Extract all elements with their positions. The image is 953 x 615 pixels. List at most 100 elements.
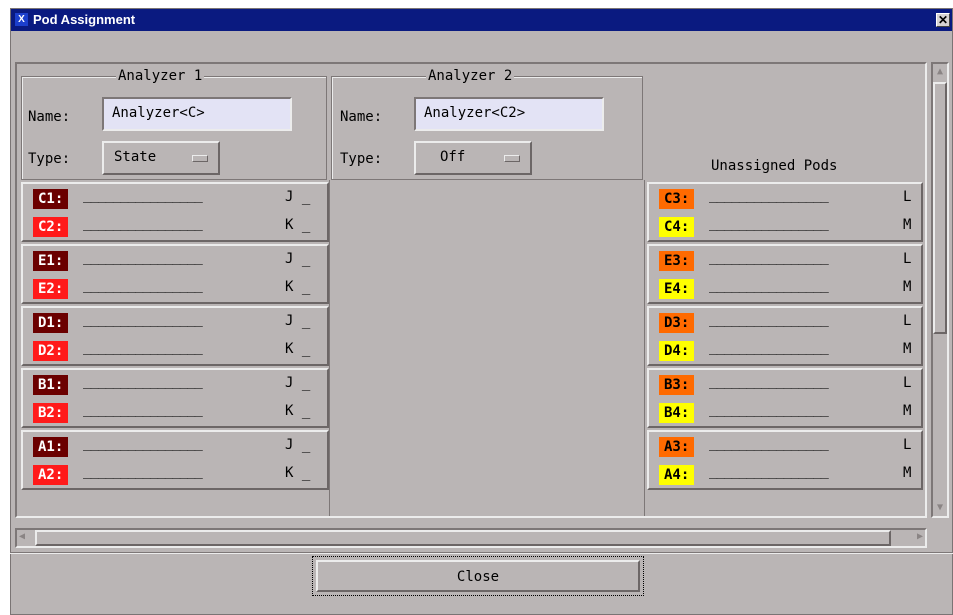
pod-label[interactable]: B2: <box>33 403 69 423</box>
pod-channel-line: ________________ <box>83 277 203 293</box>
analyzer2-name-field[interactable]: Analyzer<C2> <box>414 97 604 131</box>
pod-label[interactable]: D1: <box>33 313 69 333</box>
option-menu-indicator-icon <box>504 155 520 162</box>
pod-channel-line: ________________ <box>83 373 203 389</box>
analyzer1-pod-row[interactable]: A2: ________________ K _ <box>23 462 327 488</box>
pod-clock-label: M <box>903 465 912 481</box>
analyzer1-pod-row[interactable]: C2: ________________ K _ <box>23 214 327 240</box>
pod-label[interactable]: C1: <box>33 189 69 209</box>
close-button[interactable]: Close <box>316 560 640 592</box>
pod-clock-label: M <box>903 217 912 233</box>
pod-channel-line: ________________ <box>709 373 829 389</box>
analyzer1-pod-row[interactable]: C1: ________________ J _ <box>23 186 327 212</box>
pod-channel-line: ________________ <box>83 249 203 265</box>
pod-channel-line: ________________ <box>709 187 829 203</box>
pod-channel-line: ________________ <box>83 339 203 355</box>
scroll-thumb[interactable] <box>933 82 947 334</box>
pod-label[interactable]: C3: <box>659 189 695 209</box>
window-title: Pod Assignment <box>33 12 136 27</box>
analyzer1-type-menu[interactable]: State <box>102 141 220 175</box>
analyzer2-column <box>329 180 645 516</box>
analyzer1-pod-group: E1: ________________ J _ E2: _______________… <box>21 244 329 304</box>
analyzer2-type-label: Type: <box>340 151 383 167</box>
pod-channel-line: ________________ <box>83 311 203 327</box>
pod-channel-line: ________________ <box>83 187 203 203</box>
pod-clock-label: K _ <box>285 465 311 481</box>
pod-clock-label: L <box>903 375 912 391</box>
unassigned-pod-group: A3: ________________ L A4: ________________ M <box>647 430 923 490</box>
unassigned-pod-row[interactable]: A3: ________________ L <box>649 434 921 460</box>
pod-channel-line: ________________ <box>83 435 203 451</box>
unassigned-pods-title: Unassigned Pods <box>711 158 838 174</box>
analyzer1-pod-row[interactable]: B2: ________________ K _ <box>23 400 327 426</box>
pod-clock-label: J _ <box>285 313 311 329</box>
pod-clock-label: L <box>903 189 912 205</box>
analyzer1-pod-group: A1: ________________ J _ A2: _______________… <box>21 430 329 490</box>
pod-label[interactable]: E4: <box>659 279 695 299</box>
analyzer1-pod-row[interactable]: D1: ________________ J _ <box>23 310 327 336</box>
scroll-thumb-horizontal[interactable] <box>35 530 891 546</box>
scroll-right-icon[interactable]: ▶ <box>917 531 923 542</box>
pod-label[interactable]: B1: <box>33 375 69 395</box>
unassigned-pod-row[interactable]: C4: ________________ M <box>649 214 921 240</box>
analyzer1-type-value: State <box>114 149 157 165</box>
analyzer2-type-menu[interactable]: Off <box>414 141 532 175</box>
analyzer1-group: Analyzer 1 Name: Analyzer<C> Type: State <box>21 68 327 180</box>
pod-clock-label: L <box>903 251 912 267</box>
pod-label[interactable]: E2: <box>33 279 69 299</box>
pod-clock-label: L <box>903 437 912 453</box>
analyzer2-type-value: Off <box>440 149 466 165</box>
analyzer1-pod-row[interactable]: A1: ________________ J _ <box>23 434 327 460</box>
pod-channel-line: ________________ <box>83 401 203 417</box>
pod-label[interactable]: B4: <box>659 403 695 423</box>
pod-label[interactable]: B3: <box>659 375 695 395</box>
pod-clock-label: J _ <box>285 189 311 205</box>
pod-clock-label: K _ <box>285 279 311 295</box>
unassigned-pod-row[interactable]: C3: ________________ L <box>649 186 921 212</box>
pod-label[interactable]: D4: <box>659 341 695 361</box>
unassigned-pod-row[interactable]: E3: ________________ L <box>649 248 921 274</box>
unassigned-pod-row[interactable]: D4: ________________ M <box>649 338 921 364</box>
pod-label[interactable]: A1: <box>33 437 69 457</box>
pod-channel-line: ________________ <box>83 463 203 479</box>
pod-label[interactable]: A4: <box>659 465 695 485</box>
pod-clock-label: J _ <box>285 251 311 267</box>
close-window-icon[interactable]: ✕ <box>936 13 950 27</box>
analyzer1-pod-group: D1: ________________ J _ D2: _______________… <box>21 306 329 366</box>
scroll-down-icon[interactable]: ▼ <box>933 500 947 516</box>
pod-clock-label: M <box>903 341 912 357</box>
pod-label[interactable]: D3: <box>659 313 695 333</box>
pod-label[interactable]: C2: <box>33 217 69 237</box>
pod-label[interactable]: C4: <box>659 217 695 237</box>
close-button-focus[interactable]: Close <box>312 556 644 596</box>
scroll-up-icon[interactable]: ▲ <box>933 64 947 80</box>
unassigned-pod-row[interactable]: D3: ________________ L <box>649 310 921 336</box>
pod-label[interactable]: E3: <box>659 251 695 271</box>
scroll-left-icon[interactable]: ◀ <box>19 531 25 542</box>
pod-label[interactable]: A2: <box>33 465 69 485</box>
analyzer1-title: Analyzer 1 <box>116 68 205 84</box>
analyzer1-pod-row[interactable]: B1: ________________ J _ <box>23 372 327 398</box>
unassigned-pod-row[interactable]: B3: ________________ L <box>649 372 921 398</box>
analyzer1-pod-group: B1: ________________ J _ B2: _______________… <box>21 368 329 428</box>
analyzer1-pod-row[interactable]: D2: ________________ K _ <box>23 338 327 364</box>
unassigned-pod-group: B3: ________________ L B4: ________________ M <box>647 368 923 428</box>
vertical-scrollbar[interactable]: ▲ ▼ <box>931 62 949 518</box>
analyzer1-name-field[interactable]: Analyzer<C> <box>102 97 292 131</box>
analyzer2-title: Analyzer 2 <box>426 68 515 84</box>
pod-label[interactable]: A3: <box>659 437 695 457</box>
analyzer2-name-label: Name: <box>340 109 383 125</box>
unassigned-pod-group: C3: ________________ L C4: ________________ M <box>647 182 923 242</box>
analyzer1-pod-row[interactable]: E2: ________________ K _ <box>23 276 327 302</box>
pod-label[interactable]: E1: <box>33 251 69 271</box>
unassigned-pod-row[interactable]: A4: ________________ M <box>649 462 921 488</box>
pod-channel-line: ________________ <box>709 215 829 231</box>
pod-channel-line: ________________ <box>709 401 829 417</box>
pod-label[interactable]: D2: <box>33 341 69 361</box>
unassigned-pod-row[interactable]: B4: ________________ M <box>649 400 921 426</box>
pod-channel-line: ________________ <box>709 339 829 355</box>
horizontal-scrollbar[interactable]: ◀ ▶ <box>15 528 927 548</box>
unassigned-pod-row[interactable]: E4: ________________ M <box>649 276 921 302</box>
unassigned-pod-group: E3: ________________ L E4: ________________ M <box>647 244 923 304</box>
analyzer1-pod-row[interactable]: E1: ________________ J _ <box>23 248 327 274</box>
